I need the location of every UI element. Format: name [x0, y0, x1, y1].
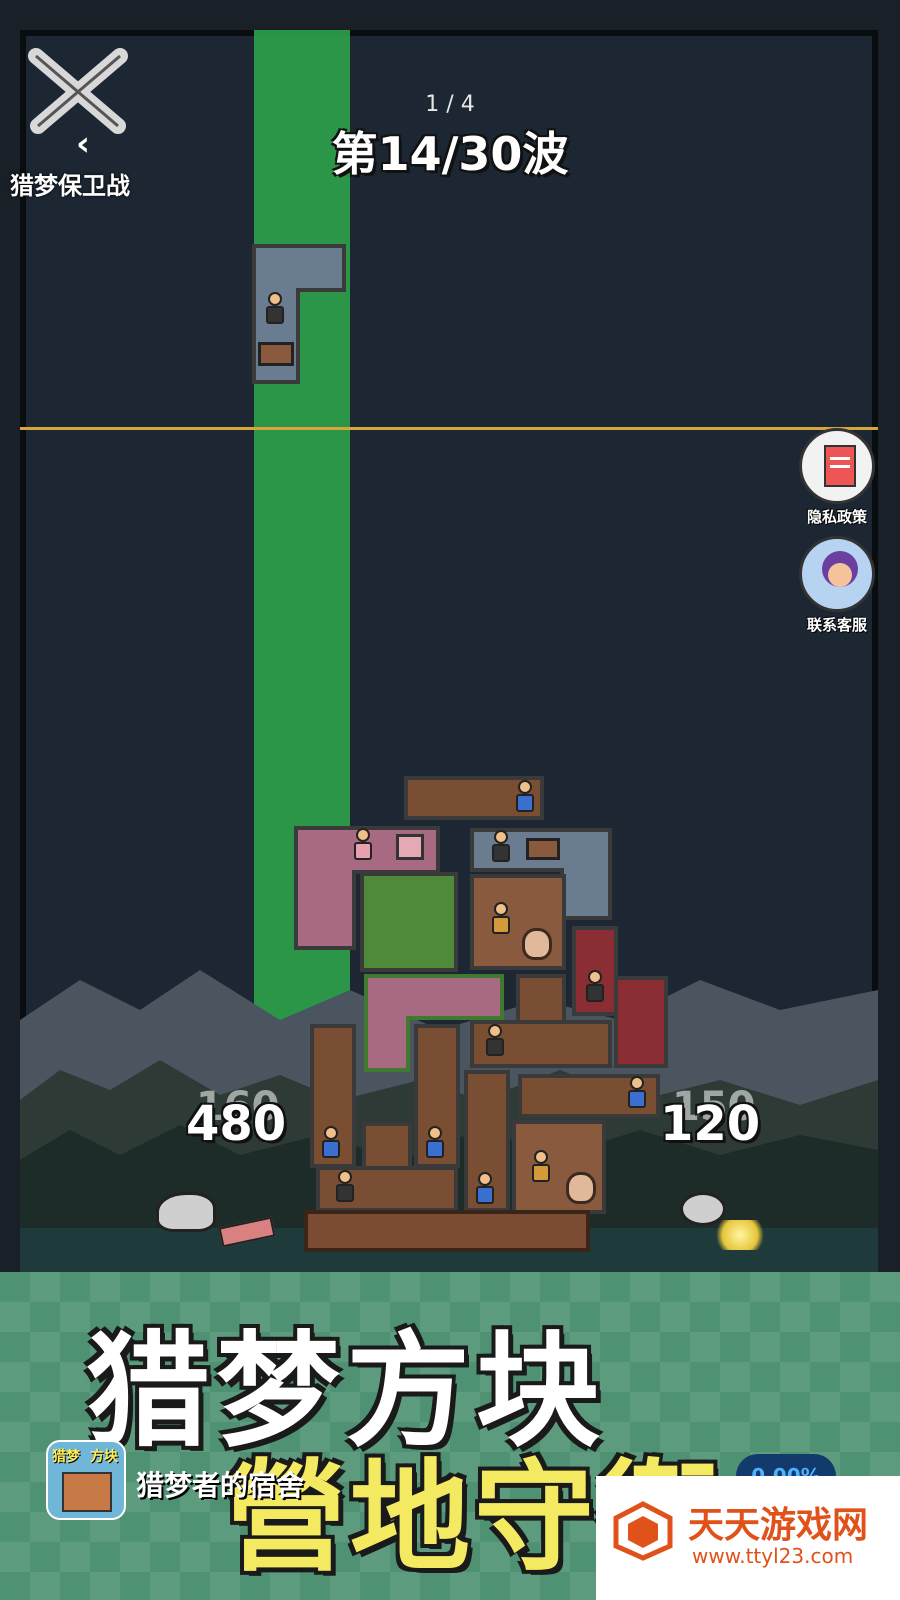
watermark-name: 天天游戏网 [688, 1505, 869, 1546]
watermark-logo-icon [613, 1501, 673, 1561]
minecart-icon [258, 342, 294, 366]
game-title: 猎梦保卫战 [10, 172, 130, 200]
worker-figure [474, 1172, 496, 1206]
worker-figure [320, 1126, 342, 1160]
privacy-policy-label: 隐私政策 [806, 508, 867, 526]
watermark-url: www.ttyl23.com [692, 1544, 854, 1568]
document-lock-icon [799, 428, 875, 504]
worker-figure [626, 1076, 648, 1110]
score-left: 480 [186, 1096, 287, 1152]
wave-counter: 第14/30波 [331, 127, 569, 181]
worker-figure [424, 1126, 446, 1160]
worker-figure [264, 292, 286, 326]
enemy-left [156, 1192, 216, 1232]
customer-service-icon [799, 536, 875, 612]
chevron-left-icon[interactable]: ‹ [76, 124, 90, 164]
block-pink-vine [364, 974, 504, 1020]
worker-figure [334, 1170, 356, 1204]
sack-icon [566, 1172, 596, 1204]
worker-figure [352, 828, 374, 862]
back-button[interactable]: ‹ 猎梦保卫战 [10, 40, 136, 200]
customer-service-label: 联系客服 [806, 616, 867, 634]
danger-line [20, 427, 878, 430]
app-icon-tag2: 方块 [90, 1449, 118, 1465]
app-icon-tag1: 猎梦 [52, 1449, 80, 1465]
score-right: 120 [660, 1096, 761, 1152]
block-wood-square [470, 874, 566, 970]
privacy-policy-button[interactable]: 隐私政策 [794, 428, 880, 527]
tower-base [304, 1210, 590, 1252]
block-vine [360, 872, 458, 972]
falling-block[interactable] [252, 244, 346, 292]
page-indicator: 1 / 4 [425, 92, 475, 117]
worker-figure [530, 1150, 552, 1184]
block-grey-l-stem [560, 868, 612, 920]
worker-figure [484, 1024, 506, 1058]
crossed-swords-icon [28, 48, 128, 134]
block-t-bottom [362, 1122, 412, 1172]
worker-figure [584, 970, 606, 1004]
block-pink-vine-stem [364, 1016, 410, 1072]
block-red-l-foot [614, 976, 668, 1068]
worker-figure [490, 830, 512, 864]
crate-icon [396, 834, 424, 860]
block-pink-l-stem [294, 870, 356, 950]
customer-service-button[interactable]: 联系客服 [794, 536, 880, 635]
sack-icon [522, 928, 552, 960]
app-name: 猎梦者的宿舍 [136, 1469, 305, 1502]
block-t-shape [516, 974, 566, 1024]
watermark: 天天游戏网 www.ttyl23.com [596, 1476, 900, 1600]
worker-figure [490, 902, 512, 936]
minecart-icon [526, 838, 560, 860]
explosion-icon [712, 1220, 768, 1250]
app-icon[interactable]: 猎梦 方块 [46, 1440, 126, 1520]
worker-figure [514, 780, 536, 814]
